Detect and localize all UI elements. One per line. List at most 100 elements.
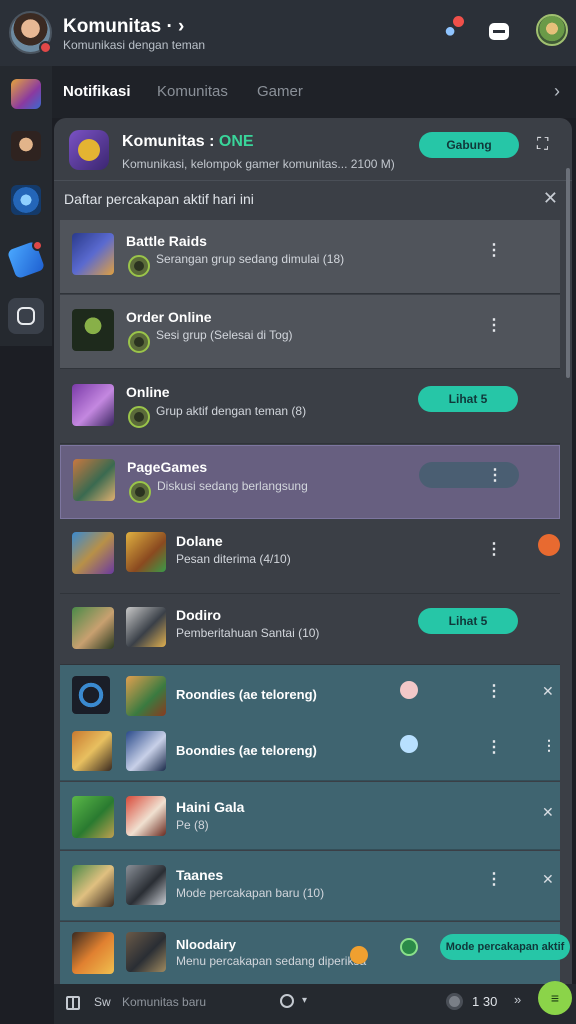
game-thumbnail: [72, 309, 114, 351]
send-icon[interactable]: »: [514, 992, 521, 1007]
more-icon[interactable]: ⋮: [487, 465, 503, 485]
row-title: Haini Gala: [176, 799, 245, 815]
status-dot: [39, 41, 52, 54]
status-icon: [128, 406, 150, 428]
bottom-hint[interactable]: Komunitas baru: [122, 995, 206, 1009]
list-item[interactable]: Online Grup aktif dengan teman (8) Lihat…: [60, 370, 560, 444]
panel-header: Komunitas : ONE Komunikasi, kelompok gam…: [54, 118, 572, 180]
list-item[interactable]: Dodiro Pemberitahuan Santai (10) Lihat 5: [60, 595, 560, 665]
game-thumbnail: [72, 731, 112, 771]
chat-bubble-icon[interactable]: [486, 18, 512, 44]
tab-notifications[interactable]: Notifikasi: [63, 83, 131, 100]
tabs-next-icon[interactable]: ›: [554, 81, 560, 102]
app-avatar[interactable]: [9, 11, 52, 54]
game-thumbnail: [72, 796, 114, 838]
more-icon[interactable]: ⋮: [542, 737, 556, 754]
row-title: Battle Raids: [126, 233, 207, 249]
sidebar-badge: [32, 240, 43, 251]
row-subtitle: Pesan diterima (4/10): [176, 552, 291, 566]
more-icon[interactable]: ⋮: [486, 315, 502, 335]
more-icon[interactable]: ⋮: [486, 539, 502, 559]
reaction-icon: [400, 681, 418, 699]
close-icon[interactable]: ✕: [542, 804, 554, 821]
sidebar-item-game-3[interactable]: [8, 182, 44, 218]
app-title: Komunitas · ›: [63, 16, 185, 37]
row-title: Taanes: [176, 867, 224, 883]
game-thumbnail: [72, 233, 114, 275]
row-title: Order Online: [126, 309, 212, 325]
community-logo: [69, 130, 109, 170]
bell-icon[interactable]: ●: [437, 16, 464, 44]
tab-communities[interactable]: Komunitas: [157, 83, 228, 100]
sidebar-item-game-2[interactable]: [8, 128, 44, 164]
status-icon: [128, 255, 150, 277]
list-item[interactable]: Taanes Mode percakapan baru (10) ⋮ ✕: [60, 851, 560, 921]
row-title: Dodiro: [176, 607, 222, 623]
sidebar-item-game-1[interactable]: [8, 76, 44, 112]
panel-title: Komunitas : ONE: [122, 133, 254, 150]
status-icon: [129, 481, 151, 503]
join-button[interactable]: Gabung: [419, 132, 519, 158]
game-thumbnail: [73, 459, 115, 501]
reaction-icon: [400, 735, 418, 753]
menu-fab-icon[interactable]: ≡: [538, 981, 572, 1015]
section-header: Daftar percakapan aktif hari ini ✕: [54, 180, 572, 220]
sidebar: [0, 66, 52, 346]
row-subtitle: Pemberitahuan Santai (10): [176, 626, 320, 640]
row-subtitle: Grup aktif dengan teman (8): [156, 404, 307, 418]
row-title: Boondies (ae teloreng): [176, 743, 317, 758]
list-item[interactable]: Dolane Pesan diterima (4/10) ⋮: [60, 520, 560, 594]
close-icon[interactable]: ✕: [542, 871, 554, 888]
sidebar-item-messages[interactable]: [6, 240, 46, 280]
list-item[interactable]: Order Online Sesi grup (Selesai di Tog) …: [60, 295, 560, 369]
action-pill[interactable]: [419, 462, 519, 488]
list-item[interactable]: Haini Gala Pe (8) ✕: [60, 782, 560, 850]
game-thumbnail: [126, 796, 166, 836]
game-thumbnail: [126, 865, 166, 905]
game-thumbnail: [126, 532, 166, 572]
active-mode-button[interactable]: Mode percakapan aktif: [440, 934, 570, 960]
list-item[interactable]: Roondies (ae teloreng) ⋮ ✕ Boondies (ae …: [60, 665, 560, 781]
app-subtitle: Komunikasi dengan teman: [63, 38, 206, 52]
game-thumbnail: [126, 932, 166, 972]
row-subtitle: Pe (8): [176, 818, 209, 832]
notification-badge: [453, 16, 464, 27]
user-avatar[interactable]: [536, 14, 568, 46]
chevron-down-icon[interactable]: ▾: [302, 995, 307, 1006]
community-panel: Komunitas : ONE Komunikasi, kelompok gam…: [54, 118, 572, 984]
list-item[interactable]: Nloodairy Menu percakapan sedang diperik…: [60, 922, 570, 984]
game-thumbnail: [126, 731, 166, 771]
bottom-count: 1 30: [472, 994, 498, 1009]
view-button[interactable]: Lihat 5: [418, 608, 518, 634]
view-button[interactable]: Lihat 5: [418, 386, 518, 412]
list-item[interactable]: Battle Raids Serangan grup sedang dimula…: [60, 220, 560, 294]
row-subtitle: Sesi grup (Selesai di Tog): [156, 328, 293, 342]
more-icon[interactable]: ⋮: [486, 681, 502, 701]
more-icon[interactable]: ⋮: [486, 869, 502, 889]
row-title: Nloodairy: [176, 937, 236, 952]
tab-gamer[interactable]: Gamer: [257, 83, 303, 100]
sidebar-item-gallery[interactable]: [8, 298, 44, 334]
check-icon: [400, 938, 418, 956]
row-title: PageGames: [127, 459, 208, 475]
close-icon[interactable]: ✕: [542, 683, 554, 700]
record-icon[interactable]: [446, 993, 463, 1010]
radio-icon[interactable]: [280, 994, 294, 1008]
close-icon[interactable]: ✕: [543, 188, 558, 209]
expand-icon[interactable]: ⛶: [537, 136, 548, 154]
panel-subtitle: Komunikasi, kelompok gamer komunitas... …: [122, 157, 395, 171]
more-icon[interactable]: ⋮: [486, 737, 502, 757]
tab-bar: Notifikasi Komunitas Gamer ›: [52, 66, 576, 118]
row-title: Online: [126, 384, 170, 400]
list-item[interactable]: PageGames Diskusi sedang berlangsung ⋮: [60, 445, 560, 519]
game-thumbnail: [72, 607, 114, 649]
more-icon[interactable]: ⋮: [486, 240, 502, 260]
game-thumbnail: [72, 932, 114, 974]
row-subtitle: Serangan grup sedang dimulai (18): [156, 252, 345, 266]
game-thumbnail: [72, 676, 110, 714]
reaction-icon: [538, 534, 560, 556]
bottom-bar: Sw Komunitas baru ▾ 1 30 »: [54, 984, 576, 1024]
scrollbar[interactable]: [566, 168, 570, 378]
grid-icon[interactable]: [66, 996, 80, 1010]
game-thumbnail: [126, 676, 166, 716]
